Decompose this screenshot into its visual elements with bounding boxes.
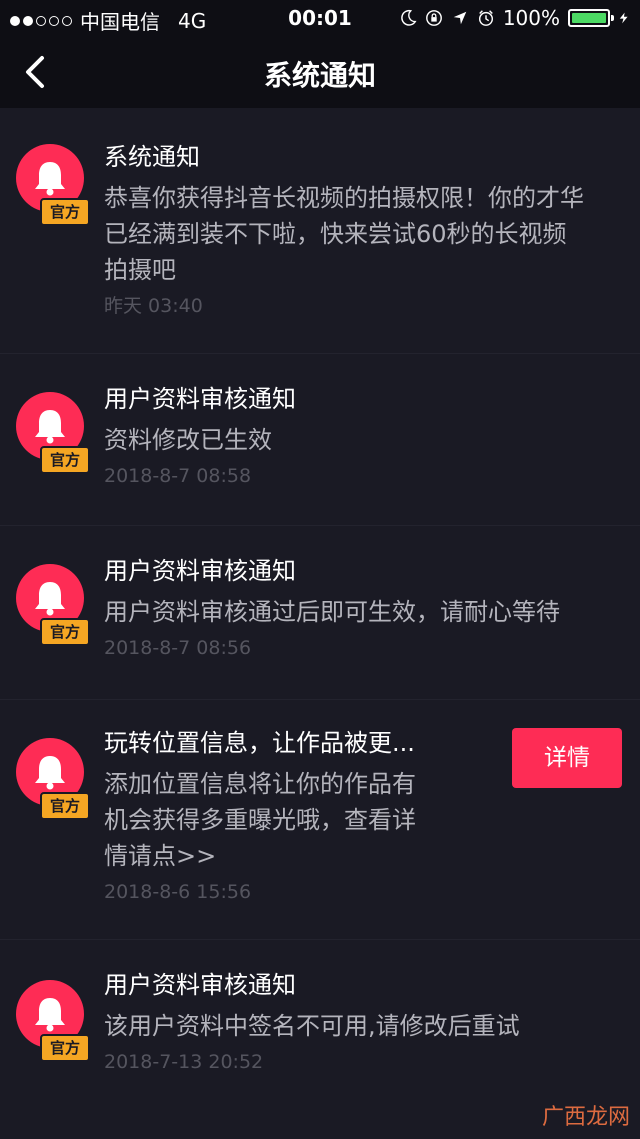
battery-percent: 100% bbox=[502, 6, 560, 30]
battery-icon bbox=[568, 9, 614, 27]
notification-content: 用户资料审核通知 资料修改已生效 2018-8-7 08:58 bbox=[104, 382, 624, 490]
location-arrow-icon bbox=[453, 11, 467, 25]
body-line: 用户资料审核通过后即可生效，请耐心等待 bbox=[104, 598, 560, 626]
notification-item[interactable]: 官方 用户资料审核通知 用户资料审核通过后即可生效，请耐心等待 2018-8-7… bbox=[0, 526, 640, 700]
notification-title: 系统通知 bbox=[104, 143, 200, 171]
notification-content: 玩转位置信息，让作品被更... 添加位置信息将让你的作品有 机会获得多重曝光哦，… bbox=[104, 726, 490, 906]
official-badge: 官方 bbox=[40, 446, 90, 474]
status-bar: 中国电信 4G 00:01 100% bbox=[0, 0, 640, 36]
notification-body: 用户资料审核通过后即可生效，请耐心等待 bbox=[104, 594, 624, 630]
notification-time: 2018-7-13 20:52 bbox=[104, 1051, 264, 1073]
status-right: 100% bbox=[399, 6, 630, 30]
notification-time: 昨天 03:40 bbox=[104, 295, 203, 317]
notification-item[interactable]: 官方 系统通知 恭喜你获得抖音长视频的拍摄权限！你的才华 已经满到装不下啦，快来… bbox=[0, 108, 640, 354]
notification-content: 用户资料审核通知 用户资料审核通过后即可生效，请耐心等待 2018-8-7 08… bbox=[104, 554, 624, 662]
bell-icon bbox=[35, 162, 65, 196]
notification-title: 玩转位置信息，让作品被更... bbox=[104, 729, 415, 757]
notification-time: 2018-8-7 08:56 bbox=[104, 637, 252, 659]
body-line: 拍摄吧 bbox=[104, 256, 176, 284]
bell-icon bbox=[35, 756, 65, 790]
bell-icon bbox=[35, 410, 65, 444]
bell-icon bbox=[35, 582, 65, 616]
official-badge: 官方 bbox=[40, 1034, 90, 1062]
notification-item[interactable]: 官方 玩转位置信息，让作品被更... 添加位置信息将让你的作品有 机会获得多重曝… bbox=[0, 700, 640, 940]
body-line: 机会获得多重曝光哦，查看详 bbox=[104, 806, 416, 834]
official-avatar: 官方 bbox=[16, 738, 90, 820]
notification-content: 系统通知 恭喜你获得抖音长视频的拍摄权限！你的才华 已经满到装不下啦，快来尝试6… bbox=[104, 140, 624, 320]
orientation-lock-icon bbox=[425, 10, 442, 26]
official-badge: 官方 bbox=[40, 792, 90, 820]
alarm-icon bbox=[478, 10, 493, 26]
official-avatar: 官方 bbox=[16, 392, 90, 474]
notification-time: 2018-8-6 15:56 bbox=[104, 881, 252, 903]
notification-title: 用户资料审核通知 bbox=[104, 557, 296, 585]
notification-title: 用户资料审核通知 bbox=[104, 971, 296, 999]
body-line: 恭喜你获得抖音长视频的拍摄权限！你的才华 bbox=[104, 184, 584, 212]
official-avatar: 官方 bbox=[16, 564, 90, 646]
charging-bolt-icon bbox=[619, 12, 628, 24]
notification-item[interactable]: 官方 用户资料审核通知 该用户资料中签名不可用,请修改后重试 2018-7-13… bbox=[0, 940, 640, 1120]
bell-icon bbox=[35, 998, 65, 1032]
official-badge: 官方 bbox=[40, 618, 90, 646]
body-line: 情请点>> bbox=[104, 842, 217, 870]
notification-title: 用户资料审核通知 bbox=[104, 385, 296, 413]
body-line: 已经满到装不下啦，快来尝试60秒的长视频 bbox=[104, 220, 567, 248]
notification-content: 用户资料审核通知 该用户资料中签名不可用,请修改后重试 2018-7-13 20… bbox=[104, 968, 624, 1076]
notification-body: 恭喜你获得抖音长视频的拍摄权限！你的才华 已经满到装不下啦，快来尝试60秒的长视… bbox=[104, 180, 624, 288]
body-line: 添加位置信息将让你的作品有 bbox=[104, 770, 416, 798]
body-line: 资料修改已生效 bbox=[104, 426, 272, 454]
notification-time: 2018-8-7 08:58 bbox=[104, 465, 252, 487]
body-line: 该用户资料中签名不可用,请修改后重试 bbox=[104, 1012, 520, 1040]
moon-icon bbox=[400, 9, 417, 26]
notification-item[interactable]: 官方 用户资料审核通知 资料修改已生效 2018-8-7 08:58 bbox=[0, 354, 640, 526]
page-title: 系统通知 bbox=[263, 59, 376, 92]
official-avatar: 官方 bbox=[16, 144, 90, 226]
notification-body: 资料修改已生效 bbox=[104, 422, 624, 458]
watermark: 广西龙网 bbox=[541, 1105, 630, 1130]
official-avatar: 官方 bbox=[16, 980, 90, 1062]
detail-button[interactable]: 详情 bbox=[512, 728, 622, 788]
official-badge: 官方 bbox=[40, 198, 90, 226]
notification-body: 该用户资料中签名不可用,请修改后重试 bbox=[104, 1008, 624, 1044]
notification-body: 添加位置信息将让你的作品有 机会获得多重曝光哦，查看详 情请点>> bbox=[104, 766, 490, 874]
nav-bar: 系统通知 bbox=[0, 36, 640, 108]
notification-list: 官方 系统通知 恭喜你获得抖音长视频的拍摄权限！你的才华 已经满到装不下啦，快来… bbox=[0, 108, 640, 1120]
